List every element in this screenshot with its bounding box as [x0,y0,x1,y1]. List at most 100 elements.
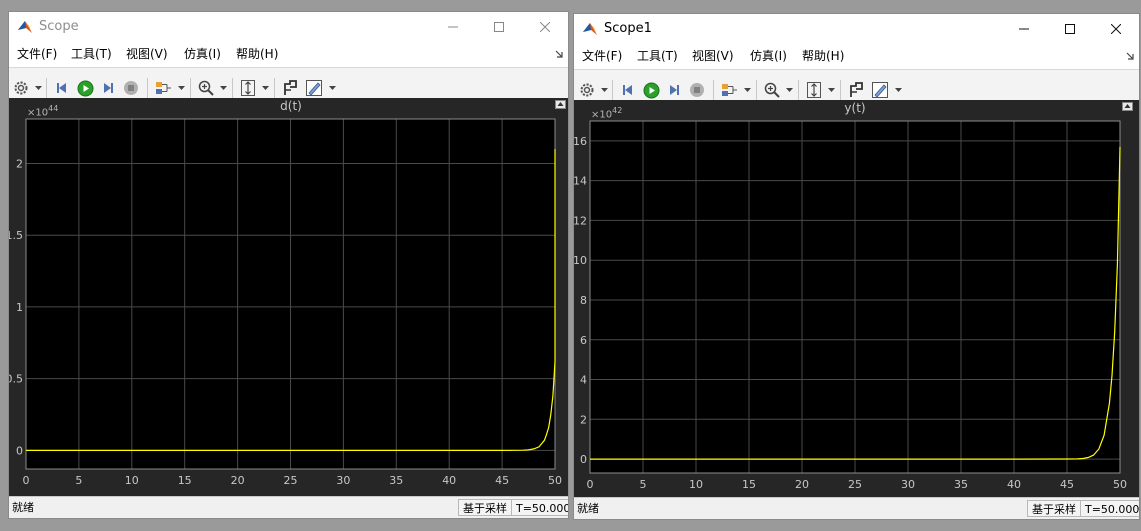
menu-view[interactable]: 视图(V) [126,42,168,67]
y-tick-label: 0 [16,444,23,457]
zoom-dropdown-icon[interactable] [786,87,793,93]
window-title: Scope1 [604,21,652,36]
menu-view[interactable]: 视图(V) [692,44,734,69]
zoom-icon[interactable] [763,81,781,99]
toolbar-separator [232,78,233,98]
x-tick-label: 15 [742,478,756,491]
y-tick-label: 10 [573,254,587,267]
y-tick-label: 2 [16,157,23,170]
menu-help[interactable]: 帮助(H) [236,42,278,67]
x-tick-label: 20 [795,478,809,491]
menu-tools[interactable]: 工具(T) [71,42,112,67]
x-tick-label: 5 [640,478,647,491]
close-button[interactable] [522,12,568,42]
time-display: T=50.000 [511,499,568,516]
highlight-dropdown-icon[interactable] [329,85,336,91]
cursor-measure-icon[interactable] [281,79,299,97]
menu-tools[interactable]: 工具(T) [637,44,678,69]
x-tick-label: 50 [548,474,562,487]
line-chart[interactable]: 0 5 10 15 20 25 30 35 40 45 50 0 2 4 6 8 10 12 14 16 [574,100,1140,498]
scope1-window: Scope1 文件(F) 工具(T) 视图(V) 仿真(I) 帮助(H) y(t… [573,13,1140,520]
y-tick-label: 2 [580,413,587,426]
run-icon[interactable] [642,81,660,99]
status-text: 就绪 [12,501,34,514]
title-bar[interactable]: Scope [9,12,568,42]
menu-overflow-icon[interactable] [554,49,564,59]
minimize-icon [448,26,458,28]
x-tick-label: 25 [284,474,298,487]
maximize-icon [494,22,504,32]
settings-icon[interactable] [578,81,596,99]
menu-bar: 文件(F) 工具(T) 视图(V) 仿真(I) 帮助(H) [9,42,568,68]
settings-dropdown-icon[interactable] [35,85,42,91]
maximize-button[interactable] [1047,14,1093,44]
close-icon [1111,24,1121,34]
menu-file[interactable]: 文件(F) [17,42,57,67]
step-forward-icon[interactable] [99,79,117,97]
status-bar: 就绪 基于采样 T=50.000 [574,497,1139,519]
menu-simulation[interactable]: 仿真(I) [184,42,221,67]
stop-icon[interactable] [688,81,706,99]
settings-dropdown-icon[interactable] [601,87,608,93]
signal-select-icon[interactable] [154,79,172,97]
step-back-icon[interactable] [619,81,637,99]
line-chart[interactable]: 0 5 10 15 20 25 30 35 40 45 50 0 0.5 1 1.5 2 [9,98,569,497]
y-tick-label: 4 [580,374,587,387]
y-tick-label: 1.5 [8,229,23,242]
x-tick-label: 40 [1007,478,1021,491]
toolbar-separator [147,78,148,98]
y-tick-label: 0 [580,453,587,466]
x-tick-label: 45 [495,474,509,487]
close-button[interactable] [1093,14,1139,44]
toolbar-separator [756,80,757,100]
highlight-dropdown-icon[interactable] [895,87,902,93]
signal-dropdown-icon[interactable] [744,87,751,93]
toolbar-separator [190,78,191,98]
minimize-icon [1019,28,1029,30]
toolbar-separator [274,78,275,98]
toolbar-separator [713,80,714,100]
sample-mode-indicator: 基于采样 [1027,500,1081,517]
highlight-icon[interactable] [871,81,889,99]
scope-window: Scope 文件(F) 工具(T) 视图(V) 仿真(I) 帮助(H) d(t)… [8,11,569,519]
highlight-icon[interactable] [305,79,323,97]
title-bar[interactable]: Scope1 [574,14,1139,44]
signal-dropdown-icon[interactable] [178,85,185,91]
step-back-icon[interactable] [53,79,71,97]
minimize-button[interactable] [430,12,476,42]
run-icon[interactable] [76,79,94,97]
settings-icon[interactable] [12,79,30,97]
menu-help[interactable]: 帮助(H) [802,44,844,69]
signal-select-icon[interactable] [720,81,738,99]
zoom-dropdown-icon[interactable] [220,85,227,91]
x-tick-label: 35 [389,474,403,487]
autoscale-dropdown-icon[interactable] [262,85,269,91]
x-tick-label: 45 [1060,478,1074,491]
menu-bar: 文件(F) 工具(T) 视图(V) 仿真(I) 帮助(H) [574,44,1139,70]
cursor-measure-icon[interactable] [847,81,865,99]
y-tick-label: 1 [16,301,23,314]
x-tick-label: 30 [901,478,915,491]
stop-icon[interactable] [122,79,140,97]
x-tick-label: 25 [848,478,862,491]
minimize-button[interactable] [1001,14,1047,44]
menu-simulation[interactable]: 仿真(I) [750,44,787,69]
x-tick-label: 0 [587,478,594,491]
x-tick-label: 15 [178,474,192,487]
zoom-icon[interactable] [197,79,215,97]
maximize-button[interactable] [476,12,522,42]
plot-area[interactable]: d(t) ×1044 0 5 10 15 20 25 30 35 40 45 50 0 0.5 1 1.5 2 [9,98,568,497]
status-bar: 就绪 基于采样 T=50.000 [9,496,568,518]
autoscale-icon[interactable] [239,79,257,97]
matlab-logo-icon [583,23,597,35]
autoscale-icon[interactable] [805,81,823,99]
menu-overflow-icon[interactable] [1125,51,1135,61]
autoscale-dropdown-icon[interactable] [828,87,835,93]
menu-file[interactable]: 文件(F) [582,44,622,69]
y-tick-label: 12 [573,214,587,227]
step-forward-icon[interactable] [665,81,683,99]
window-title: Scope [39,19,79,34]
x-tick-label: 10 [125,474,139,487]
x-tick-label: 0 [23,474,30,487]
plot-area[interactable]: y(t) ×1042 0 5 10 15 20 25 30 35 40 45 50 0 2 4 6 8 10 12… [574,100,1139,498]
